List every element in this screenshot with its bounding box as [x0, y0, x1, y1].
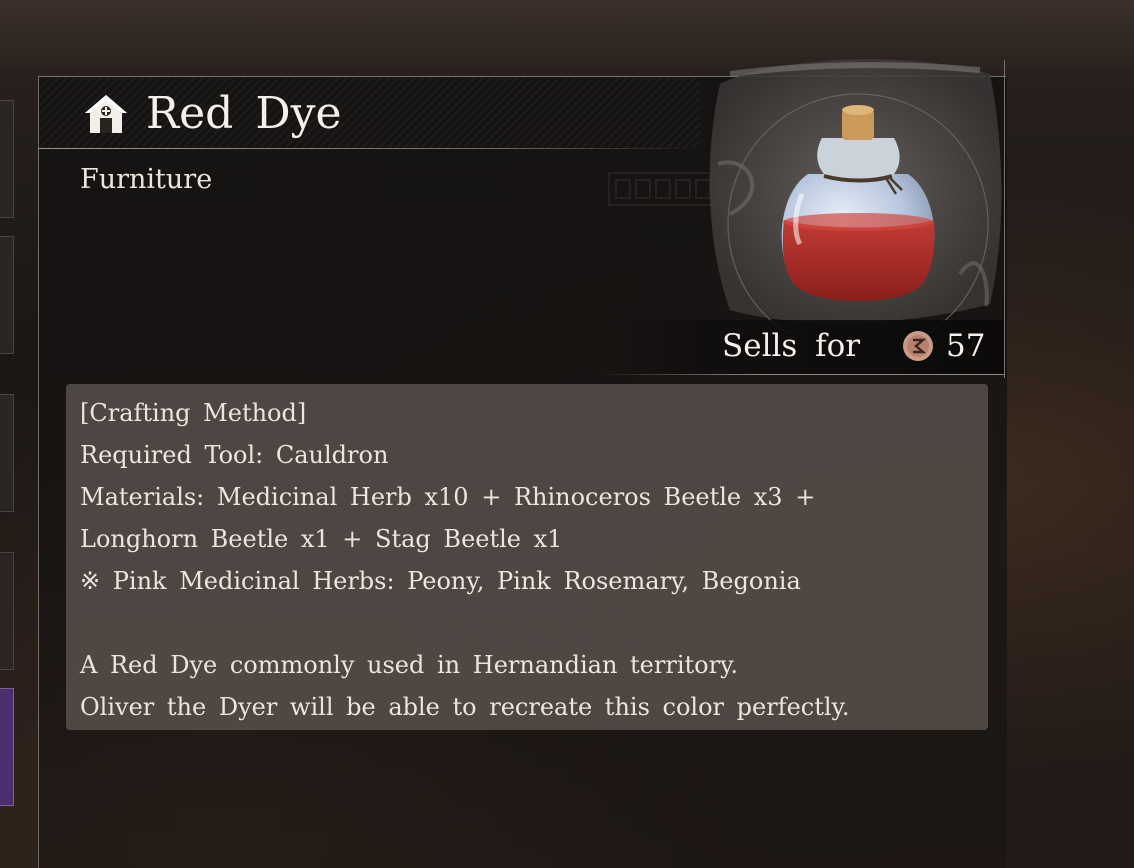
- left-side-tabs: [0, 0, 14, 868]
- title-divider: [38, 148, 698, 149]
- sell-label: Sells for: [722, 328, 861, 364]
- red-dye-bottle-image: [709, 59, 1002, 334]
- flavor-text-line-1: A Red Dye commonly used in Hernandian te…: [80, 651, 739, 679]
- materials-line-2: Longhorn Beetle x1 + Stag Beetle x1: [80, 525, 563, 553]
- description-box: [Crafting Method] Required Tool: Cauldro…: [66, 384, 988, 730]
- side-tab[interactable]: [0, 236, 14, 354]
- herb-note-line: ※ Pink Medicinal Herbs: Peony, Pink Rose…: [80, 567, 801, 595]
- side-tab[interactable]: [0, 552, 14, 670]
- item-category: Furniture: [80, 164, 213, 195]
- title-band: [40, 78, 700, 148]
- sell-divider: [600, 374, 1004, 375]
- coin-icon: [903, 331, 933, 361]
- side-tab[interactable]: [0, 394, 14, 512]
- crafting-method-heading: [Crafting Method]: [80, 399, 307, 427]
- side-tab[interactable]: [0, 100, 14, 218]
- side-tab-selected[interactable]: [0, 688, 14, 806]
- item-name: Red Dye: [146, 88, 342, 139]
- required-tool-line: Required Tool: Cauldron: [80, 441, 389, 469]
- house-icon: [85, 95, 127, 133]
- materials-line-1: Materials: Medicinal Herb x10 + Rhinocer…: [80, 483, 816, 511]
- sell-price-value: 57: [946, 328, 986, 364]
- flavor-text-line-2: Oliver the Dyer will be able to recreate…: [80, 693, 850, 721]
